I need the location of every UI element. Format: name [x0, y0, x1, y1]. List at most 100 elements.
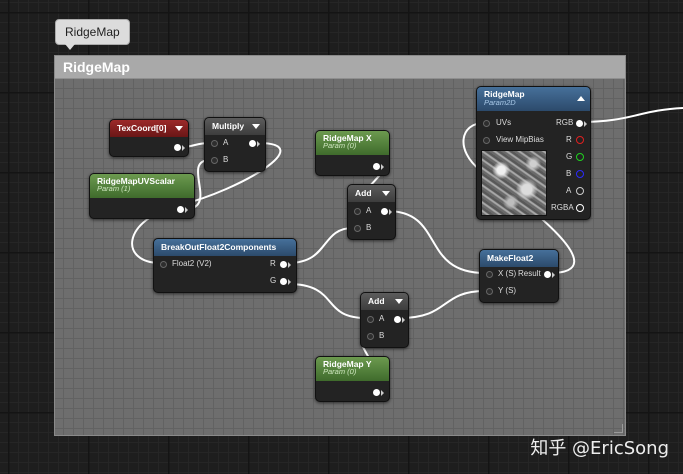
node-ridgemap-x-header[interactable]: RidgeMap X Param (0) [316, 131, 389, 155]
pin-label-r: R [270, 259, 276, 268]
output-arrow-icon [257, 141, 260, 147]
node-add-bottom-title: Add [368, 296, 385, 306]
output-arrow-icon [552, 272, 555, 278]
output-pin[interactable] [373, 389, 380, 396]
output-arrow-icon [288, 262, 291, 268]
output-arrow-icon [288, 279, 291, 285]
input-pin-a[interactable] [367, 316, 374, 323]
output-arrow-icon [381, 164, 384, 170]
output-pin[interactable] [174, 144, 181, 151]
node-makefloat2-header[interactable]: MakeFloat2 [480, 250, 558, 267]
output-pin-result[interactable] [544, 271, 551, 278]
input-pin-a[interactable] [354, 208, 361, 215]
output-arrow-icon [402, 317, 405, 323]
input-pin-float2[interactable] [160, 261, 167, 268]
pin-label-a: A [379, 314, 385, 323]
node-add-bottom-header[interactable]: Add [361, 293, 408, 310]
node-ridgemap-y-subtitle: Param (0) [323, 367, 357, 376]
chevron-down-icon[interactable] [252, 124, 260, 129]
output-pin[interactable] [249, 140, 256, 147]
wire-rgb-to-output [580, 107, 683, 123]
output-pin-g[interactable] [280, 278, 287, 285]
pin-label-result: Result [518, 269, 541, 278]
input-pin-a[interactable] [211, 140, 218, 147]
output-pin-r[interactable] [576, 136, 584, 144]
pin-label-b: B [566, 169, 572, 178]
node-add-top-title: Add [355, 188, 372, 198]
input-pin-b[interactable] [367, 333, 374, 340]
node-multiply-header[interactable]: Multiply [205, 118, 265, 135]
pin-label-b: B [366, 223, 372, 232]
input-pin-mipbias[interactable] [483, 137, 490, 144]
wire-breakout-g-to-addbottom [287, 283, 367, 319]
wires-layer [131, 107, 683, 393]
pin-label-b: B [223, 155, 229, 164]
pin-label-x: X (S) [498, 269, 517, 278]
pin-label-a: A [566, 186, 572, 195]
output-pin[interactable] [381, 208, 388, 215]
node-breakout-title: BreakOutFloat2Components [161, 242, 277, 252]
watermark: 知乎 @EricSong [530, 438, 669, 459]
node-breakout-header[interactable]: BreakOutFloat2Components [154, 239, 296, 256]
pin-label-r: R [566, 135, 572, 144]
node-breakout[interactable]: BreakOutFloat2Components Float2 (V2) R G [153, 238, 297, 293]
output-arrow-icon [182, 145, 185, 151]
output-arrow-icon [389, 209, 392, 215]
pin-label-a: A [223, 138, 229, 147]
output-pin-rgba[interactable] [576, 204, 584, 212]
pin-label-a: A [366, 206, 372, 215]
pin-label-mipbias: View MipBias [496, 135, 544, 144]
node-multiply-title: Multiply [212, 121, 245, 131]
node-uvscalar-subtitle: Param (1) [97, 184, 131, 193]
node-add-top[interactable]: Add A B [347, 184, 396, 240]
node-ridgemap-texture-header[interactable]: RidgeMap Param2D [477, 87, 590, 111]
node-ridgemap-y[interactable]: RidgeMap Y Param (0) [315, 356, 390, 402]
node-makefloat2-title: MakeFloat2 [487, 253, 534, 263]
output-pin-b[interactable] [576, 170, 584, 178]
pin-label-rgb: RGB [556, 118, 574, 127]
node-uvscalar-header[interactable]: RidgeMapUVScalar Param (1) [90, 174, 194, 198]
pin-label-y: Y (S) [498, 286, 517, 295]
node-texcoord-header[interactable]: TexCoord[0] [110, 120, 188, 137]
input-pin-y[interactable] [486, 288, 493, 295]
node-multiply[interactable]: Multiply A B [204, 117, 266, 172]
output-pin-r[interactable] [280, 261, 287, 268]
pin-label-uvs: UVs [496, 118, 512, 127]
output-pin[interactable] [177, 206, 184, 213]
node-ridgemap-texture-subtitle: Param2D [484, 98, 516, 107]
pin-label-b: B [379, 331, 385, 340]
input-pin-b[interactable] [354, 225, 361, 232]
texture-preview-thumbnail [481, 150, 547, 216]
wire-breakout-r-to-addtop [287, 227, 354, 264]
input-pin-x[interactable] [486, 271, 493, 278]
output-arrow-icon [185, 207, 188, 213]
output-pin-a[interactable] [576, 187, 584, 195]
input-pin-uvs[interactable] [483, 120, 490, 127]
output-pin-g[interactable] [576, 153, 584, 161]
pin-label-g: G [270, 276, 277, 285]
output-pin[interactable] [394, 316, 401, 323]
chevron-down-icon[interactable] [382, 191, 390, 196]
wire-addbottom-to-makefloat2 [399, 290, 486, 319]
node-add-top-header[interactable]: Add [348, 185, 395, 202]
node-ridgemap-x[interactable]: RidgeMap X Param (0) [315, 130, 390, 176]
node-makefloat2[interactable]: MakeFloat2 X (S) Y (S) Result [479, 249, 559, 303]
output-pin-rgb[interactable] [576, 120, 583, 127]
output-arrow-icon [381, 390, 384, 396]
node-ridgemap-x-subtitle: Param (0) [323, 141, 357, 150]
wire-addtop-to-makefloat2 [386, 210, 486, 274]
node-ridgemap-y-header[interactable]: RidgeMap Y Param (0) [316, 357, 389, 381]
input-pin-b[interactable] [211, 157, 218, 164]
pin-label-rgba: RGBA [551, 203, 574, 212]
chevron-down-icon[interactable] [395, 299, 403, 304]
output-pin[interactable] [373, 163, 380, 170]
pin-label-g: G [566, 152, 573, 161]
node-uvscalar[interactable]: RidgeMapUVScalar Param (1) [89, 173, 195, 219]
node-texcoord-title: TexCoord[0] [117, 123, 167, 133]
node-texcoord[interactable]: TexCoord[0] [109, 119, 189, 157]
chevron-down-icon[interactable] [175, 126, 183, 131]
node-add-bottom[interactable]: Add A B [360, 292, 409, 348]
chevron-up-icon[interactable] [577, 96, 585, 101]
output-arrow-icon [584, 121, 587, 127]
node-ridgemap-texture[interactable]: RidgeMap Param2D UVs View MipBias RGB R … [476, 86, 591, 220]
